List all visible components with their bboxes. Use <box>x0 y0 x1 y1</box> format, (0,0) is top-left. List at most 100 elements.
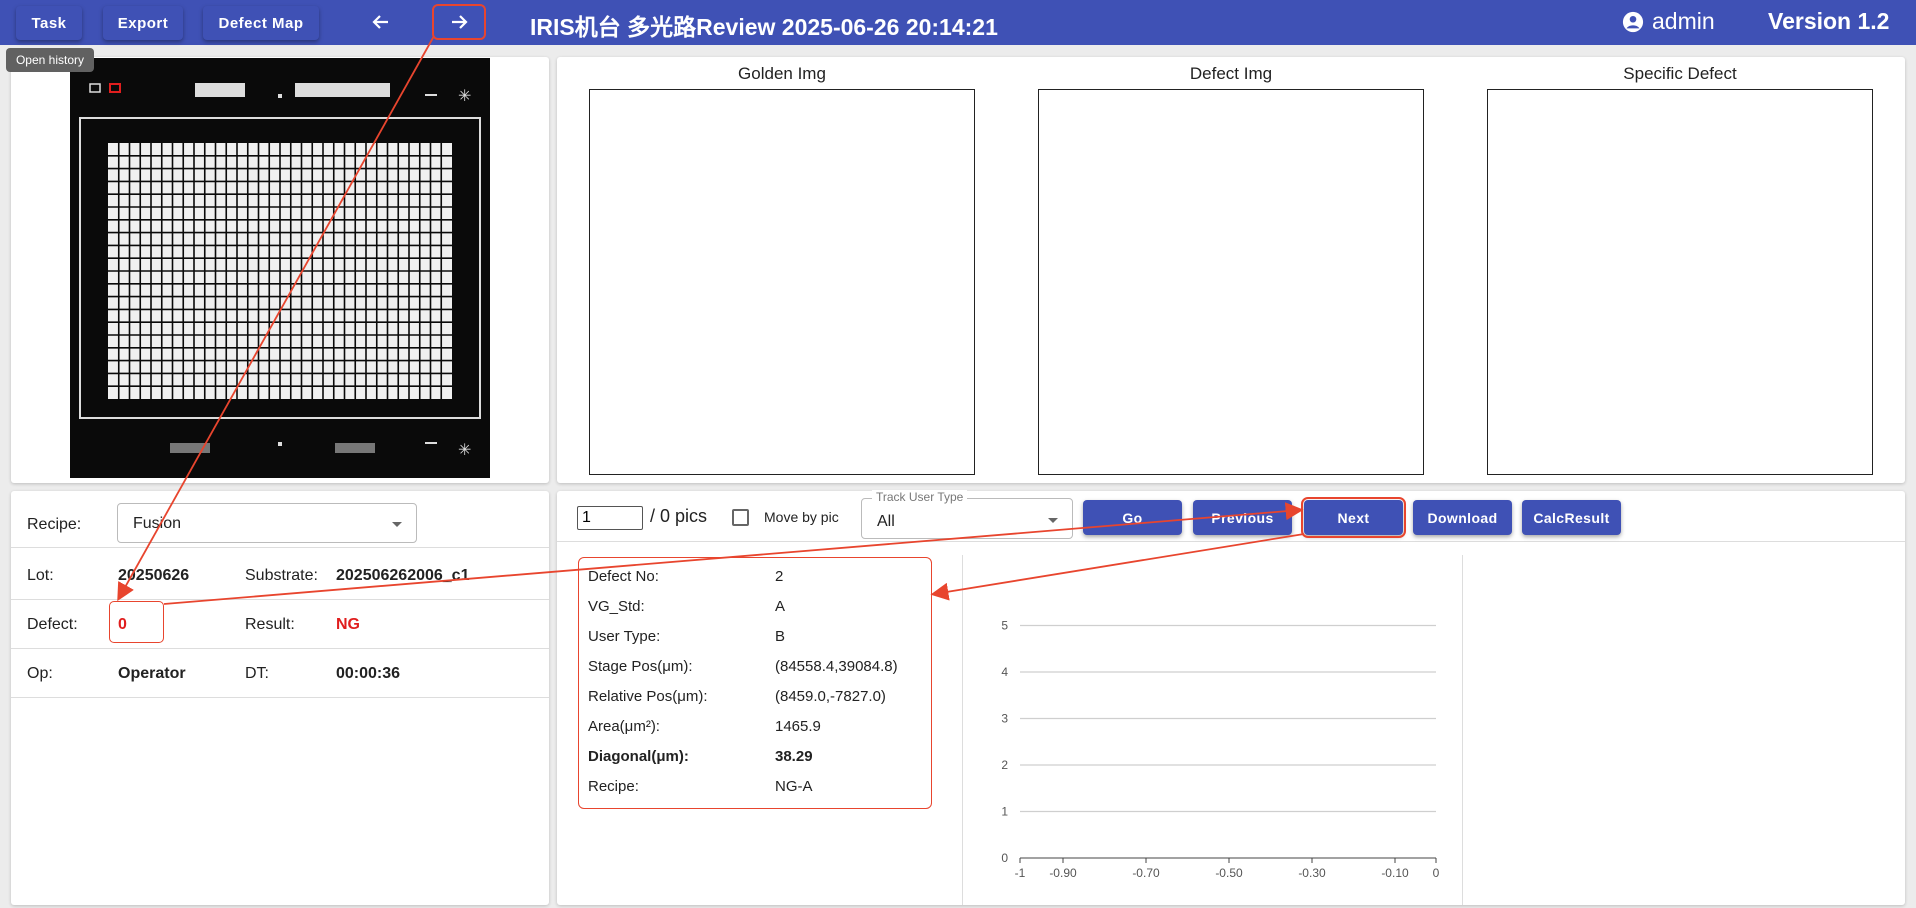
y-tick-label: 0 <box>1001 851 1008 865</box>
detail-key: Recipe: <box>588 778 639 795</box>
substrate-value: 202506262006_c1 <box>336 567 470 584</box>
golden-image-view: Golden Img <box>589 62 975 475</box>
detail-value: NG-A <box>775 778 813 795</box>
x-tick-label: 0 <box>1433 866 1440 880</box>
svg-text:✳: ✳ <box>458 440 471 459</box>
go-button[interactable]: Go <box>1083 500 1182 535</box>
detail-value: 38.29 <box>775 748 813 765</box>
dropdown-caret-icon <box>392 522 402 527</box>
golden-image-title: Golden Img <box>738 64 826 83</box>
detail-value: (8459.0,-7827.0) <box>775 688 886 705</box>
user-name: admin <box>1652 8 1715 34</box>
detail-row: Defect No: 2 <box>588 568 928 590</box>
specific-defect-title: Specific Defect <box>1623 64 1737 83</box>
operator-row: Op: Operator DT: 00:00:36 <box>11 649 549 698</box>
detail-value: A <box>775 598 786 615</box>
result-label: Result: <box>245 616 295 633</box>
x-tick-label: -0.10 <box>1381 866 1409 880</box>
svg-text:✳: ✳ <box>458 86 471 105</box>
detail-key: Stage Pos(μm): <box>588 658 693 675</box>
golden-image-frame <box>589 89 975 475</box>
op-value: Operator <box>118 665 186 682</box>
detail-row: Diagonal(μm): 38.29 <box>588 748 928 770</box>
defect-image-view: Defect Img <box>1038 62 1424 475</box>
substrate-label: Substrate: <box>245 567 318 584</box>
track-user-type-value: All <box>877 513 895 530</box>
y-tick-label: 2 <box>1001 758 1008 772</box>
detail-key: VG_Std: <box>588 598 645 615</box>
y-tick-label: 3 <box>1001 712 1008 726</box>
defect-detail-box <box>578 557 932 809</box>
defect-image-frame <box>1038 89 1424 475</box>
detail-row: Stage Pos(μm): (84558.4,39084.8) <box>588 658 928 680</box>
account-circle-icon <box>1622 11 1644 32</box>
app-bar: Task Export Defect Map IRIS机台 多光路Review … <box>0 0 1916 45</box>
lot-label: Lot: <box>27 567 54 584</box>
detail-key: User Type: <box>588 628 661 645</box>
detail-value: 1465.9 <box>775 718 821 735</box>
move-by-pic-checkbox[interactable] <box>732 509 749 526</box>
detail-key: Diagonal(μm): <box>588 748 689 765</box>
column-divider <box>962 555 963 905</box>
detail-value: (84558.4,39084.8) <box>775 658 898 675</box>
detail-key: Defect No: <box>588 568 659 585</box>
arrow-left-icon <box>372 15 388 29</box>
history-back-button[interactable] <box>356 6 406 38</box>
calc-result-button[interactable]: CalcResult <box>1522 500 1621 535</box>
specific-defect-view: Specific Defect <box>1487 62 1873 475</box>
user-menu[interactable]: admin <box>1622 8 1715 35</box>
x-tick-label: -0.50 <box>1215 866 1243 880</box>
detail-row: Area(μm²): 1465.9 <box>588 718 928 740</box>
task-button[interactable]: Task <box>16 6 82 40</box>
detail-key: Relative Pos(μm): <box>588 688 708 705</box>
history-tooltip: Open history <box>6 48 94 72</box>
toolbar-divider <box>557 541 1905 542</box>
defect-image-title: Defect Img <box>1189 64 1273 83</box>
export-button[interactable]: Export <box>103 6 183 40</box>
column-divider <box>1462 555 1463 905</box>
x-tick-label: -1 <box>1015 866 1026 880</box>
recipe-label: Recipe: <box>27 516 82 533</box>
download-button[interactable]: Download <box>1413 500 1512 535</box>
recipe-select[interactable]: Fusion <box>117 503 417 543</box>
x-tick-label: -0.70 <box>1132 866 1160 880</box>
x-tick-label: -0.90 <box>1049 866 1077 880</box>
page-title: IRIS机台 多光路Review 2025-06-26 20:14:21 <box>530 14 998 40</box>
previous-button[interactable]: Previous <box>1193 500 1292 535</box>
track-user-type-select[interactable]: Track User Type All <box>861 490 1073 539</box>
defect-map-button[interactable]: Defect Map <box>203 6 319 40</box>
specific-defect-frame <box>1487 89 1873 475</box>
track-user-type-legend: Track User Type <box>872 490 968 504</box>
x-tick-label: -0.30 <box>1298 866 1326 880</box>
page-number-input[interactable] <box>577 506 643 530</box>
defect-plot: 0 1 2 3 4 5 -1 -0.90 -0.70 -0.50 -0.30 -0.10 0 <box>1001 619 1440 881</box>
detail-row: Relative Pos(μm): (8459.0,-7827.0) <box>588 688 928 710</box>
detail-row: User Type: B <box>588 628 928 650</box>
lot-row: Lot: 20250626 Substrate: 202506262006_c1 <box>11 551 549 600</box>
y-tick-label: 5 <box>1001 619 1008 633</box>
detail-value: 2 <box>775 568 784 585</box>
op-label: Op: <box>27 665 53 682</box>
detail-row: VG_Std: A <box>588 598 928 620</box>
dt-value: 00:00:36 <box>336 665 401 682</box>
detail-row: Recipe: NG-A <box>588 778 928 800</box>
defect-label: Defect: <box>27 616 78 633</box>
detail-key: Area(μm²): <box>588 718 660 735</box>
wafer-image: ✳ ✳ <box>70 58 490 478</box>
dt-label: DT: <box>245 665 269 682</box>
recipe-select-value: Fusion <box>133 515 182 532</box>
image-panel: Golden Img Defect Img Specific Defect <box>557 57 1905 483</box>
detail-value: B <box>775 628 786 645</box>
result-value: NG <box>336 616 360 633</box>
defect-row: Defect: 0 Result: NG <box>11 600 549 649</box>
move-by-pic-label: Move by pic <box>764 509 839 525</box>
lot-value: 20250626 <box>118 567 190 584</box>
y-tick-label: 1 <box>1001 805 1008 819</box>
dropdown-caret-icon <box>1048 518 1058 523</box>
arrow-right-icon <box>452 15 468 29</box>
y-tick-label: 4 <box>1001 665 1008 679</box>
next-button[interactable]: Next <box>1301 497 1406 538</box>
version-label: Version 1.2 <box>1768 8 1890 34</box>
defect-count-highlight <box>109 601 164 643</box>
history-forward-button[interactable] <box>432 4 486 40</box>
